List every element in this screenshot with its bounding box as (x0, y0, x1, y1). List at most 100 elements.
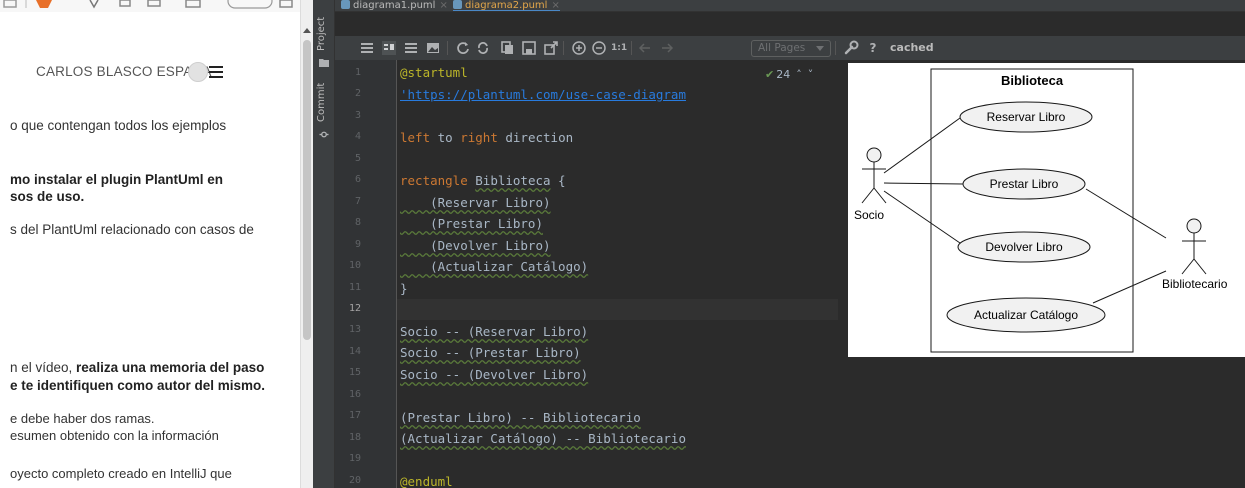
code-line: Socio -- (Reservar Libro) (400, 324, 589, 339)
web-page-scrollbar[interactable] (300, 0, 313, 488)
toolbar-separator (631, 41, 632, 55)
code-line: Socio -- (Devolver Libro) (400, 367, 589, 382)
code-line: } (400, 281, 408, 296)
use-case-label: Prestar Libro (990, 177, 1059, 191)
tool-window-sidebar: Project Commit (313, 0, 335, 488)
paragraph-line: esumen obtenido con la información (10, 428, 219, 443)
use-case-label: Actualizar Catálogo (974, 308, 1078, 322)
ide-window: Project Commit diagrama1.puml × diagrama2… (313, 0, 1245, 488)
actual-size-button[interactable]: 1:1 (611, 40, 627, 56)
tab-diagrama2[interactable]: diagrama2.puml × (453, 0, 560, 11)
save-icon[interactable] (521, 40, 537, 56)
paragraph-line: oyecto completo creado en IntelliJ que (10, 466, 232, 481)
browser-toolbar (0, 0, 300, 12)
preview-only-icon[interactable] (425, 40, 441, 56)
code-line: (Actualizar Catálogo) (400, 259, 589, 274)
line-number: 18 (348, 431, 361, 443)
project-tool-tab[interactable]: Project (316, 14, 332, 54)
editor-only-icon[interactable] (359, 40, 375, 56)
line-number: 9 (354, 238, 361, 250)
line-number: 2 (354, 88, 361, 100)
folder-icon (319, 59, 329, 67)
code-text: { (550, 173, 566, 188)
reload-icon[interactable] (475, 40, 491, 56)
line-number: 16 (348, 388, 361, 400)
pages-select-value: All Pages (758, 42, 806, 54)
line-number: 5 (354, 152, 361, 164)
paragraph-line: n el vídeo, realiza una memoria del paso (10, 360, 264, 375)
menu-icon[interactable] (209, 66, 223, 78)
tab-diagrama1[interactable]: diagrama1.puml × (341, 0, 448, 11)
check-icon: ✔ (765, 68, 775, 81)
open-external-icon[interactable] (543, 40, 559, 56)
paragraph-line: s del PlantUml relacionado con casos de (10, 222, 254, 237)
paragraph-line: e debe haber dos ramas. (10, 411, 155, 426)
commit-icon (319, 131, 329, 138)
tab-label: diagrama1.puml (353, 0, 436, 11)
close-icon[interactable]: × (439, 0, 447, 11)
settings-wrench-icon[interactable] (843, 40, 859, 56)
actor-label: Socio (854, 208, 884, 222)
line-number: 15 (348, 367, 361, 379)
line-number: 3 (354, 109, 361, 121)
help-icon[interactable]: ? (865, 40, 881, 56)
split-view-icon[interactable] (381, 40, 397, 56)
editor-tab-bar: diagrama1.puml × diagrama2.puml × (335, 0, 1245, 12)
toolbar-separator (835, 41, 836, 55)
code-line: Socio -- (Prestar Libro) (400, 345, 581, 360)
actor-label: Bibliotecario (1162, 277, 1228, 291)
code-editor[interactable]: 1 2 3 4 5 6 7 8 9 10 11 12 13 14 15 16 17 18 19 20 ✔ 24 ˄ ˅ @s… (335, 60, 838, 488)
chevron-down-icon[interactable]: ˅ (808, 68, 814, 81)
code-line: rectangle Biblioteca { (400, 173, 566, 188)
line-number: 14 (348, 345, 361, 357)
zoom-out-icon[interactable] (591, 40, 607, 56)
plantuml-file-icon (341, 0, 350, 9)
arrow-left-icon[interactable] (637, 40, 653, 56)
paragraph-line-bold: e te identifiquen como autor del mismo. (10, 378, 266, 393)
zoom-in-icon[interactable] (571, 40, 587, 56)
code-line: @startuml (400, 65, 468, 80)
code-line: (Prestar Libro) (400, 216, 543, 231)
code-line: left to right direction (400, 130, 573, 145)
text-only-icon[interactable] (403, 40, 419, 56)
avatar[interactable] (188, 62, 208, 82)
use-case-label: Devolver Libro (985, 240, 1063, 254)
pages-select[interactable]: All Pages (751, 40, 831, 57)
line-number: 17 (348, 410, 361, 422)
line-number-gutter (335, 60, 397, 488)
code-text: Biblioteca (475, 173, 551, 188)
keyword: left (400, 130, 431, 145)
scrollbar-thumb[interactable] (303, 40, 311, 340)
line-number: 10 (348, 260, 361, 272)
cached-label: cached (890, 41, 934, 54)
chevron-up-icon[interactable]: ˄ (796, 68, 802, 81)
author-name[interactable]: CARLOS BLASCO ESPADA (36, 64, 212, 79)
copy-icon[interactable] (499, 40, 515, 56)
plantuml-file-icon (453, 0, 462, 9)
close-icon[interactable]: × (551, 0, 559, 11)
line-number: 19 (348, 453, 361, 465)
code-url[interactable]: 'https://plantuml.com/use-case-diagram (400, 87, 686, 102)
diagram-preview-pane[interactable]: Biblioteca Reservar Libro Prestar Libro … (838, 60, 1245, 488)
arrow-right-icon[interactable] (659, 40, 675, 56)
paragraph-line-bold: sos de uso. (10, 189, 85, 204)
line-number: 1 (354, 67, 361, 78)
tab-label: diagrama2.puml (465, 0, 548, 11)
commit-tool-tab[interactable]: Commit (316, 80, 332, 124)
scroll-up-arrow-icon[interactable] (303, 28, 311, 33)
line-number: 20 (348, 474, 361, 486)
code-text: to (430, 130, 461, 145)
paragraph-line: o que contengan todos los ejemplos (10, 118, 227, 133)
use-case-label: Reservar Libro (987, 110, 1066, 124)
toolbar-separator (563, 41, 564, 55)
refresh-icon[interactable] (455, 40, 471, 56)
browser-toolbar-icons[interactable] (0, 0, 300, 12)
code-line: (Reservar Libro) (400, 195, 551, 210)
line-number: 13 (348, 324, 361, 336)
line-number: 12 (348, 302, 361, 314)
line-number: 7 (354, 195, 361, 207)
keyword: right (460, 130, 498, 145)
code-text: direction (497, 130, 574, 145)
toolbar-separator (447, 41, 448, 55)
inspection-widget[interactable]: ✔ 24 ˄ ˅ (765, 68, 813, 81)
